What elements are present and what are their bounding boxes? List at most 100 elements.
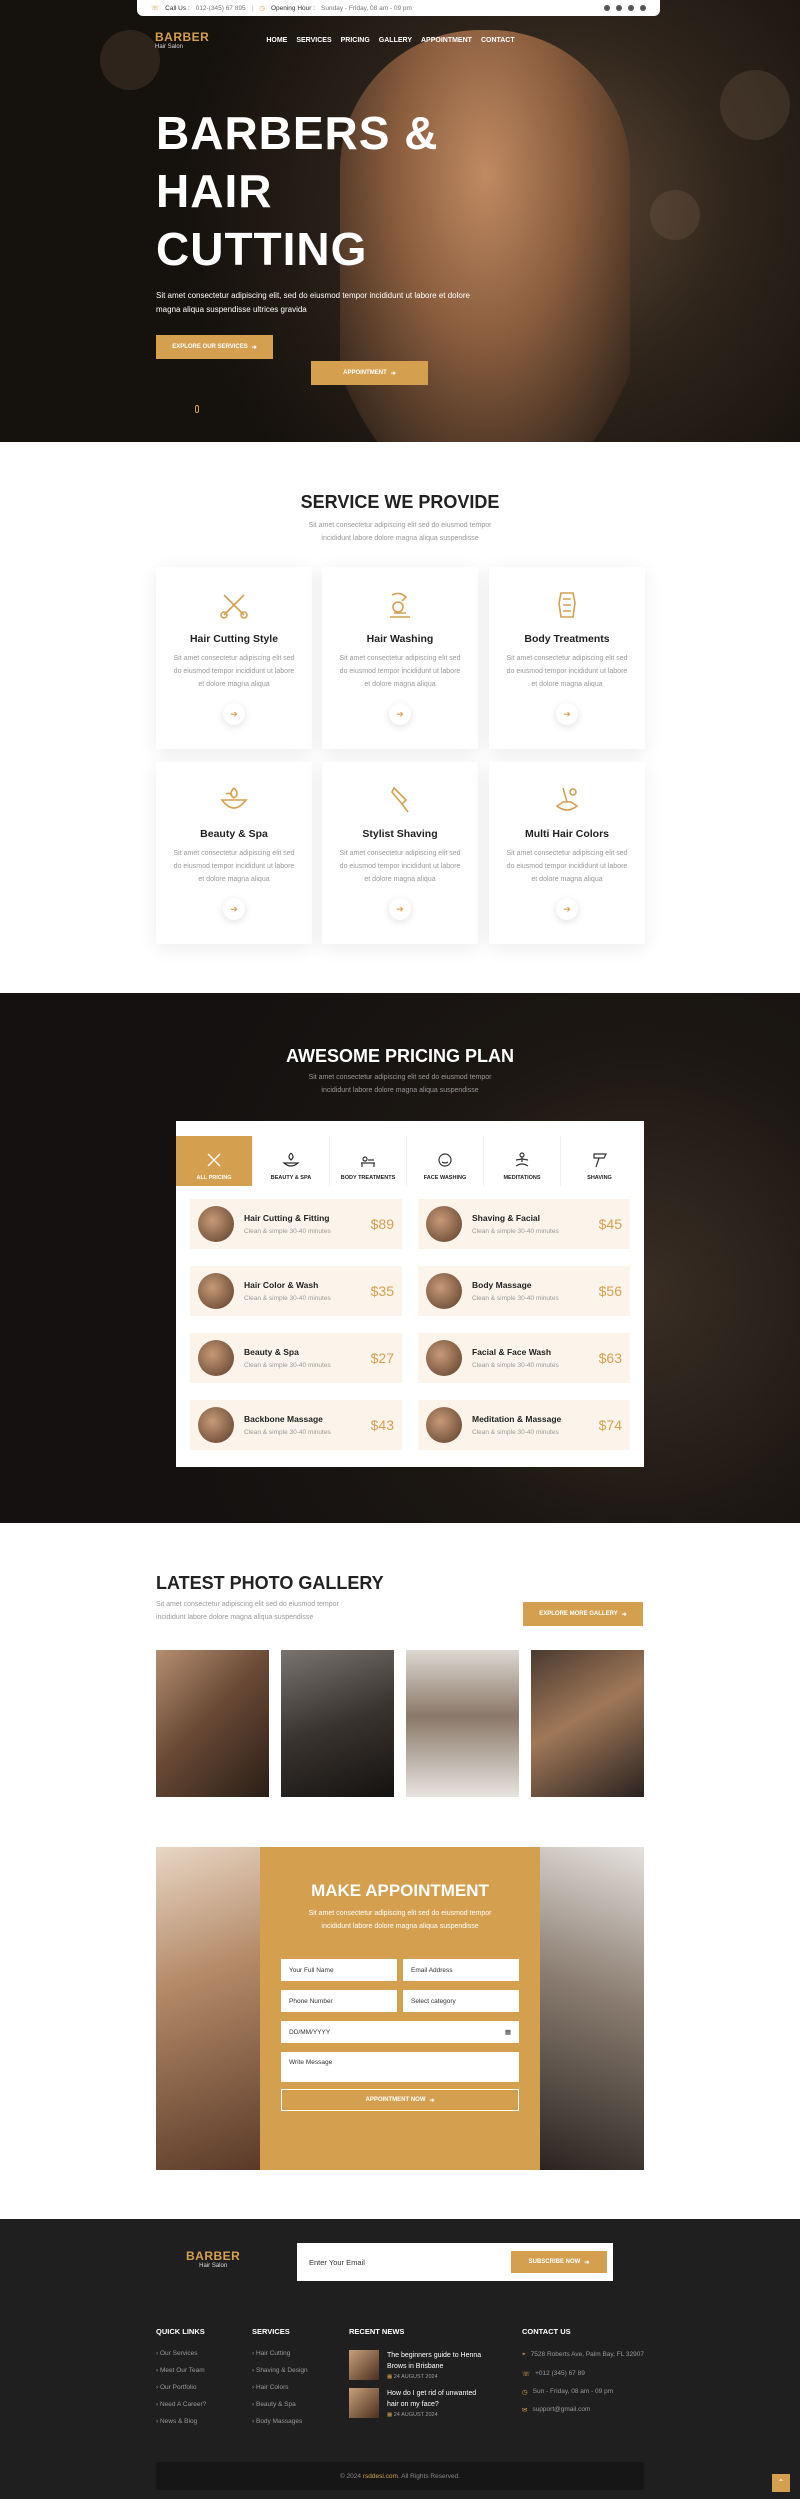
footer-link[interactable]: › Meet Our Team — [156, 2367, 206, 2374]
logo-subtitle: Hair Salon — [155, 44, 184, 50]
full-name-input[interactable]: Your Full Name — [281, 1959, 397, 1981]
hero-title: BARBERS & HAIR CUTTING — [156, 104, 556, 278]
subscribe-button[interactable]: SUBSCRIBE NOW ➔ — [511, 2251, 607, 2273]
nav-gallery[interactable]: GALLERY — [379, 37, 412, 44]
nav-home[interactable]: HOME — [266, 37, 287, 44]
news-item[interactable]: The beginners guide to Henna Brows in Br… — [349, 2350, 489, 2380]
price-item-price: $27 — [370, 1350, 394, 1366]
tab-beauty-spa[interactable]: BEAUTY & SPA — [253, 1136, 330, 1186]
facebook-icon[interactable] — [604, 5, 610, 11]
footer-link[interactable]: › Shaving & Design — [252, 2367, 308, 2374]
price-item[interactable]: Hair Color & Wash Clean & simple 30-40 mi… — [190, 1266, 402, 1316]
price-item[interactable]: Facial & Face Wash Clean & simple 30-40 m… — [418, 1333, 630, 1383]
arrow-right-icon[interactable]: ➔ — [389, 898, 411, 920]
body-treatment-icon — [558, 592, 576, 618]
service-card[interactable]: Beauty & Spa Sit amet consectetur adipis… — [156, 762, 312, 944]
footer-link-label: News & Blog — [159, 2418, 198, 2425]
back-to-top-button[interactable]: ⌃ — [772, 2474, 790, 2492]
service-card[interactable]: Hair Cutting Style Sit amet consectetur … — [156, 567, 312, 749]
arrow-right-icon[interactable]: ➔ — [556, 703, 578, 725]
footer-link[interactable]: › Hair Colors — [252, 2384, 308, 2391]
footer-link[interactable]: › Our Portfolio — [156, 2384, 206, 2391]
services-title: SERVICE WE PROVIDE — [300, 492, 500, 512]
chevron-up-icon: ⌃ — [777, 2478, 785, 2487]
footer-logo[interactable]: BARBER Hair Salon — [186, 2249, 240, 2269]
gallery-image[interactable] — [156, 1650, 269, 1797]
contact-phone[interactable]: ☏ +012 (345) 67 89 — [522, 2370, 647, 2378]
copyright-brand-link[interactable]: rsddesi.com — [363, 2473, 398, 2480]
gallery-image[interactable] — [531, 1650, 644, 1797]
service-card[interactable]: Hair Washing Sit amet consectetur adipis… — [322, 567, 478, 749]
phone-input[interactable]: Phone Number — [281, 1990, 397, 2012]
pricing-box: ALL PRICING BEAUTY & SPA BODY TREATMENTS… — [176, 1121, 644, 1467]
price-item-price: $43 — [370, 1417, 394, 1433]
hair-color-brush-icon — [555, 787, 579, 811]
gallery-image[interactable] — [406, 1650, 519, 1797]
nav-services[interactable]: SERVICES — [296, 37, 331, 44]
arrow-right-icon[interactable]: ➔ — [223, 703, 245, 725]
price-item[interactable]: Shaving & Facial Clean & simple 30-40 min… — [418, 1199, 630, 1249]
price-item[interactable]: Hair Cutting & Fitting Clean & simple 30-… — [190, 1199, 402, 1249]
nav-pricing[interactable]: PRICING — [341, 37, 370, 44]
tab-all-pricing[interactable]: ALL PRICING — [176, 1136, 253, 1186]
news-item[interactable]: How do I get rid of unwanted hair on my … — [349, 2388, 489, 2418]
youtube-icon[interactable] — [628, 5, 634, 11]
price-item-desc: Clean & simple 30-40 minutes — [244, 1295, 331, 1302]
email-input[interactable]: Email Address — [403, 1959, 519, 1981]
service-thumbnail — [198, 1407, 234, 1443]
explore-services-button[interactable]: EXPLORE OUR SERVICES ➔ — [156, 335, 273, 359]
hero-section: ☏ Call Us : 012-(345) 67 895 | ◷ Opening… — [0, 0, 800, 442]
footer-quick-links: QUICK LINKS › Our Services › Meet Our Te… — [156, 2327, 206, 2435]
scroll-indicator[interactable] — [195, 405, 199, 413]
explore-gallery-button[interactable]: EXPLORE MORE GALLERY ➔ — [523, 1602, 643, 1626]
news-thumbnail — [349, 2388, 379, 2418]
nav-contact[interactable]: CONTACT — [481, 37, 515, 44]
message-textarea[interactable]: Write Message — [281, 2052, 519, 2082]
tab-face-washing[interactable]: FACE WASHING — [407, 1136, 484, 1186]
footer-link[interactable]: › Beauty & Spa — [252, 2401, 308, 2408]
tab-body-treatments[interactable]: BODY TREATMENTS — [330, 1136, 407, 1186]
service-title: Hair Cutting Style — [189, 633, 279, 645]
contact-email[interactable]: ✉ support@gmail.com — [522, 2406, 647, 2414]
price-item[interactable]: Meditation & Massage Clean & simple 30-40… — [418, 1400, 630, 1450]
logo[interactable]: BARBER Hair Salon — [155, 30, 209, 50]
nav-appointment[interactable]: APPOINTMENT — [421, 37, 472, 44]
copyright-prefix: © 2024 — [339, 2472, 362, 2480]
service-card[interactable]: Body Treatments Sit amet consectetur adi… — [489, 567, 645, 749]
newsletter-email-input[interactable]: Enter Your Email — [309, 2258, 365, 2267]
price-item[interactable]: Beauty & Spa Clean & simple 30-40 minutes… — [190, 1333, 402, 1383]
service-card[interactable]: Multi Hair Colors Sit amet consectetur a… — [489, 762, 645, 944]
category-select[interactable]: Select category — [403, 1990, 519, 2012]
footer-link[interactable]: › Our Services — [156, 2350, 206, 2357]
arrow-right-icon[interactable]: ➔ — [223, 898, 245, 920]
footer-link[interactable]: › Body Massages — [252, 2418, 308, 2425]
appointment-button[interactable]: APPOINTMENT ➔ — [311, 361, 428, 385]
instagram-icon[interactable] — [640, 5, 646, 11]
service-text: Sit amet consectetur adipiscing elit sed… — [339, 655, 461, 688]
calendar-icon[interactable]: ▦ — [505, 2028, 511, 2036]
arrow-right-icon[interactable]: ➔ — [556, 898, 578, 920]
bokeh-light — [100, 30, 160, 90]
footer-link[interactable]: › Need A Career? — [156, 2401, 206, 2408]
date-input[interactable]: DD/MM/YYYY ▦ — [281, 2021, 519, 2043]
social-links — [604, 5, 646, 11]
price-item[interactable]: Body Massage Clean & simple 30-40 minutes… — [418, 1266, 630, 1316]
pricing-title: AWESOME PRICING PLAN — [285, 1046, 514, 1066]
footer-link-label: Our Portfolio — [159, 2384, 197, 2391]
price-item[interactable]: Backbone Massage Clean & simple 30-40 min… — [190, 1400, 402, 1450]
call-value[interactable]: 012-(345) 67 895 — [196, 5, 246, 12]
appointment-submit-button[interactable]: APPOINTMENT NOW ➔ — [281, 2089, 519, 2111]
price-item-price: $74 — [598, 1417, 622, 1433]
arrow-right-icon: ➔ — [584, 2259, 590, 2266]
arrow-right-icon[interactable]: ➔ — [389, 703, 411, 725]
service-text: Sit amet consectetur adipiscing elit sed… — [339, 850, 461, 883]
gallery-image[interactable] — [281, 1650, 394, 1797]
tab-shaving[interactable]: SHAVING — [561, 1136, 638, 1186]
tab-meditations[interactable]: MEDITATIONS — [484, 1136, 561, 1186]
contact-hours: ◷ Sun - Friday, 08 am - 09 pm — [522, 2388, 647, 2396]
footer-link[interactable]: › Hair Cutting — [252, 2350, 308, 2357]
twitter-icon[interactable] — [616, 5, 622, 11]
footer-link[interactable]: › News & Blog — [156, 2418, 206, 2425]
scissors-icon — [207, 1153, 221, 1167]
service-card[interactable]: Stylist Shaving Sit amet consectetur adi… — [322, 762, 478, 944]
